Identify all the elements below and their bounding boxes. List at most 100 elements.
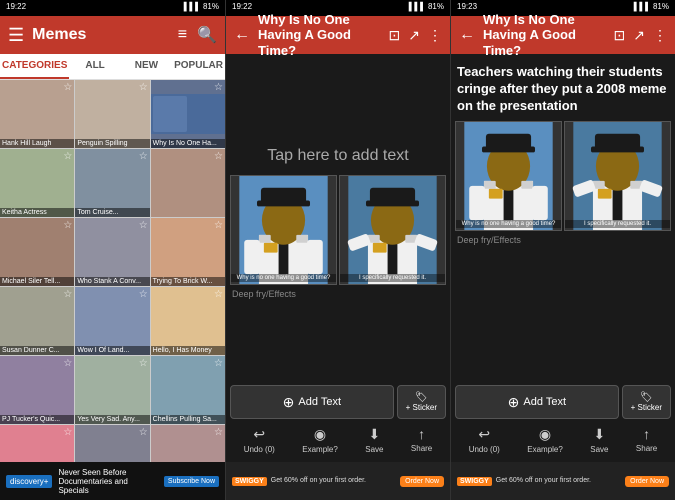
status-bar-1: 19:22 ▌▌▌ 81% (0, 0, 225, 16)
meme-cell[interactable]: ☆ Omar Mu... (Goof... (75, 425, 149, 462)
meme-cell[interactable]: ☆ Yes Very Sad. Any... (75, 356, 149, 424)
meme-cell[interactable]: ☆ Why Is No One Ha... (151, 80, 225, 148)
meme-cell[interactable]: ☆ Penguin Spilling (75, 80, 149, 148)
example-button-2[interactable]: ◉ Example? (302, 426, 338, 454)
meme-label: Keitha Actress (0, 208, 74, 217)
export-icon-3[interactable]: ↗ (633, 27, 645, 44)
meme-label: Yes Very Sad. Any... (75, 415, 149, 424)
time-display-1: 19:22 (6, 2, 26, 14)
panel2-controls: ⊕ Add Text 🏷 + Sticker ↩ Undo (0) ◉ Exam… (226, 381, 450, 462)
meme-image-3[interactable]: Why is no one having a good time? (455, 121, 562, 231)
meme-label: Trying To Brick W... (151, 277, 225, 286)
save-button-3[interactable]: ⬇ Save (590, 426, 608, 454)
meme-with-text-area: Teachers watching their students cringe … (451, 54, 675, 381)
crop-icon-3[interactable]: ⊡ (614, 27, 626, 44)
save-button-2[interactable]: ⬇ Save (365, 426, 383, 454)
panel1-header: ☰ Memes ≡ 🔍 (0, 16, 225, 54)
meme-browser-panel: 19:22 ▌▌▌ 81% ☰ Memes ≡ 🔍 CATEGORIES ALL… (0, 0, 225, 500)
meme-cell[interactable]: ☆ PJ Tucker's Quic... (0, 356, 74, 424)
star-icon: ☆ (139, 289, 148, 300)
meme-image-1[interactable]: Why is no one having a good time? (230, 175, 337, 285)
tab-new[interactable]: NEW (121, 54, 172, 79)
meme-cell[interactable]: ☆ Who Stank A Conv... (75, 218, 149, 286)
category-tabs: CATEGORIES ALL NEW POPULAR (0, 54, 225, 80)
undo-button-3[interactable]: ↩ Undo (0) (469, 426, 500, 454)
star-icon: ☆ (63, 82, 72, 93)
meme-cell[interactable]: ☆ (151, 149, 225, 217)
plus-icon-2: ⊕ (283, 394, 295, 411)
panel3-header-icons: ⊡ ↗ ⋮ (614, 27, 667, 44)
share-button-3[interactable]: ↑ Share (636, 426, 657, 454)
star-icon: ☆ (214, 220, 223, 231)
tab-popular[interactable]: POPULAR (172, 54, 225, 79)
ad-text-1: Never Seen Before Documentaries and Spec… (58, 468, 157, 495)
add-text-button-2[interactable]: ⊕ Add Text (230, 385, 394, 419)
sticker-icon-3: 🏷 (640, 392, 653, 403)
star-icon: ☆ (139, 151, 148, 162)
meme-cell[interactable]: ☆ That Sign Won't S... (151, 425, 225, 462)
more-icon-2[interactable]: ⋮ (428, 27, 442, 44)
meme-label: Who Stank A Conv... (75, 277, 149, 286)
example-icon-2: ◉ (314, 426, 326, 443)
star-icon: ☆ (214, 289, 223, 300)
meme-cell[interactable]: ☆ Wow I Of Land... (75, 287, 149, 355)
panel3-title: Why Is No One Having A Good Time? (483, 12, 606, 59)
list-view-icon[interactable]: ≡ (178, 26, 187, 44)
back-icon-2[interactable]: ← (234, 26, 250, 44)
meme-main-text: Teachers watching their students cringe … (455, 58, 671, 121)
meme-cell[interactable]: ☆ Hank Hill Laugh (0, 80, 74, 148)
meme-cell[interactable]: ☆ Lorenzo Pushing... (0, 425, 74, 462)
more-icon-3[interactable]: ⋮ (653, 27, 667, 44)
sticker-button-3[interactable]: 🏷 + Sticker (622, 385, 671, 419)
meme-caption-4: I specifically requested it. (565, 220, 670, 228)
signal-battery-1: ▌▌▌ 81% (184, 2, 219, 14)
meme-label: Chellins Pulling Sa... (151, 415, 225, 424)
tap-text-area[interactable]: Tap here to add text (267, 137, 408, 175)
meme-cell[interactable]: ☆ Tom Cruise... (75, 149, 149, 217)
star-icon: ☆ (214, 427, 223, 438)
search-icon-1[interactable]: 🔍 (197, 25, 217, 45)
ad-subscribe-button[interactable]: Subscribe Now (164, 476, 219, 487)
save-icon-3: ⬇ (594, 426, 606, 443)
star-icon: ☆ (214, 358, 223, 369)
share-icon-3: ↑ (643, 426, 650, 442)
meme-label: Why Is No One Ha... (151, 139, 225, 148)
meme-label: Susan Dunner C... (0, 346, 74, 355)
action-row-3: ↩ Undo (0) ◉ Example? ⬇ Save ↑ Share (455, 422, 671, 458)
example-button-3[interactable]: ◉ Example? (527, 426, 563, 454)
meme-cell[interactable]: ☆ Michael Siler Tell... (0, 218, 74, 286)
ad-banner-1: discovery+ Never Seen Before Documentari… (0, 462, 225, 500)
tab-all[interactable]: ALL (69, 54, 120, 79)
meme-image-2[interactable]: I specifically requested it. (339, 175, 446, 285)
crop-icon-2[interactable]: ⊡ (389, 27, 401, 44)
meme-cell[interactable]: ☆ Chellins Pulling Sa... (151, 356, 225, 424)
meme-editor-area: Tap here to add text (226, 54, 450, 381)
action-row-2: ↩ Undo (0) ◉ Example? ⬇ Save ↑ Share (230, 422, 446, 458)
star-icon: ☆ (139, 220, 148, 231)
share-button-2[interactable]: ↑ Share (411, 426, 432, 454)
meme-cell[interactable]: ☆ Keitha Actress (0, 149, 74, 217)
meme-cell[interactable]: ☆ Susan Dunner C... (0, 287, 74, 355)
meme-cell[interactable]: ☆ Trying To Brick W... (151, 218, 225, 286)
time-display-3: 19:23 (457, 2, 477, 14)
ad-order-button-3[interactable]: Order Now (625, 476, 669, 487)
meme-images-row: Why is no one having a good time? (230, 175, 446, 285)
panel2-title: Why Is No One Having A Good Time? (258, 12, 381, 59)
meme-imgs-row-3: Why is no one having a good time? I spe (455, 121, 671, 231)
add-text-button-3[interactable]: ⊕ Add Text (455, 385, 619, 419)
undo-button-2[interactable]: ↩ Undo (0) (244, 426, 275, 454)
swiggy-logo-2: SWIGGY (232, 477, 267, 486)
tab-categories[interactable]: CATEGORIES (0, 54, 69, 79)
meme-image-4[interactable]: I specifically requested it. (564, 121, 671, 231)
hamburger-icon[interactable]: ☰ (8, 25, 24, 46)
meme-cell[interactable]: ☆ Hello, I Has Money (151, 287, 225, 355)
deep-fry-label-3: Deep fry/Effects (455, 235, 521, 245)
meme-caption-2: I specifically requested it. (340, 274, 445, 282)
sticker-button-2[interactable]: 🏷 + Sticker (397, 385, 446, 419)
ad-order-button-2[interactable]: Order Now (400, 476, 444, 487)
export-icon-2[interactable]: ↗ (408, 27, 420, 44)
back-icon-3[interactable]: ← (459, 26, 475, 44)
meme-caption-1: Why is no one having a good time? (231, 274, 336, 282)
undo-icon-3: ↩ (478, 426, 490, 443)
deep-fry-label-2: Deep fry/Effects (230, 289, 296, 299)
